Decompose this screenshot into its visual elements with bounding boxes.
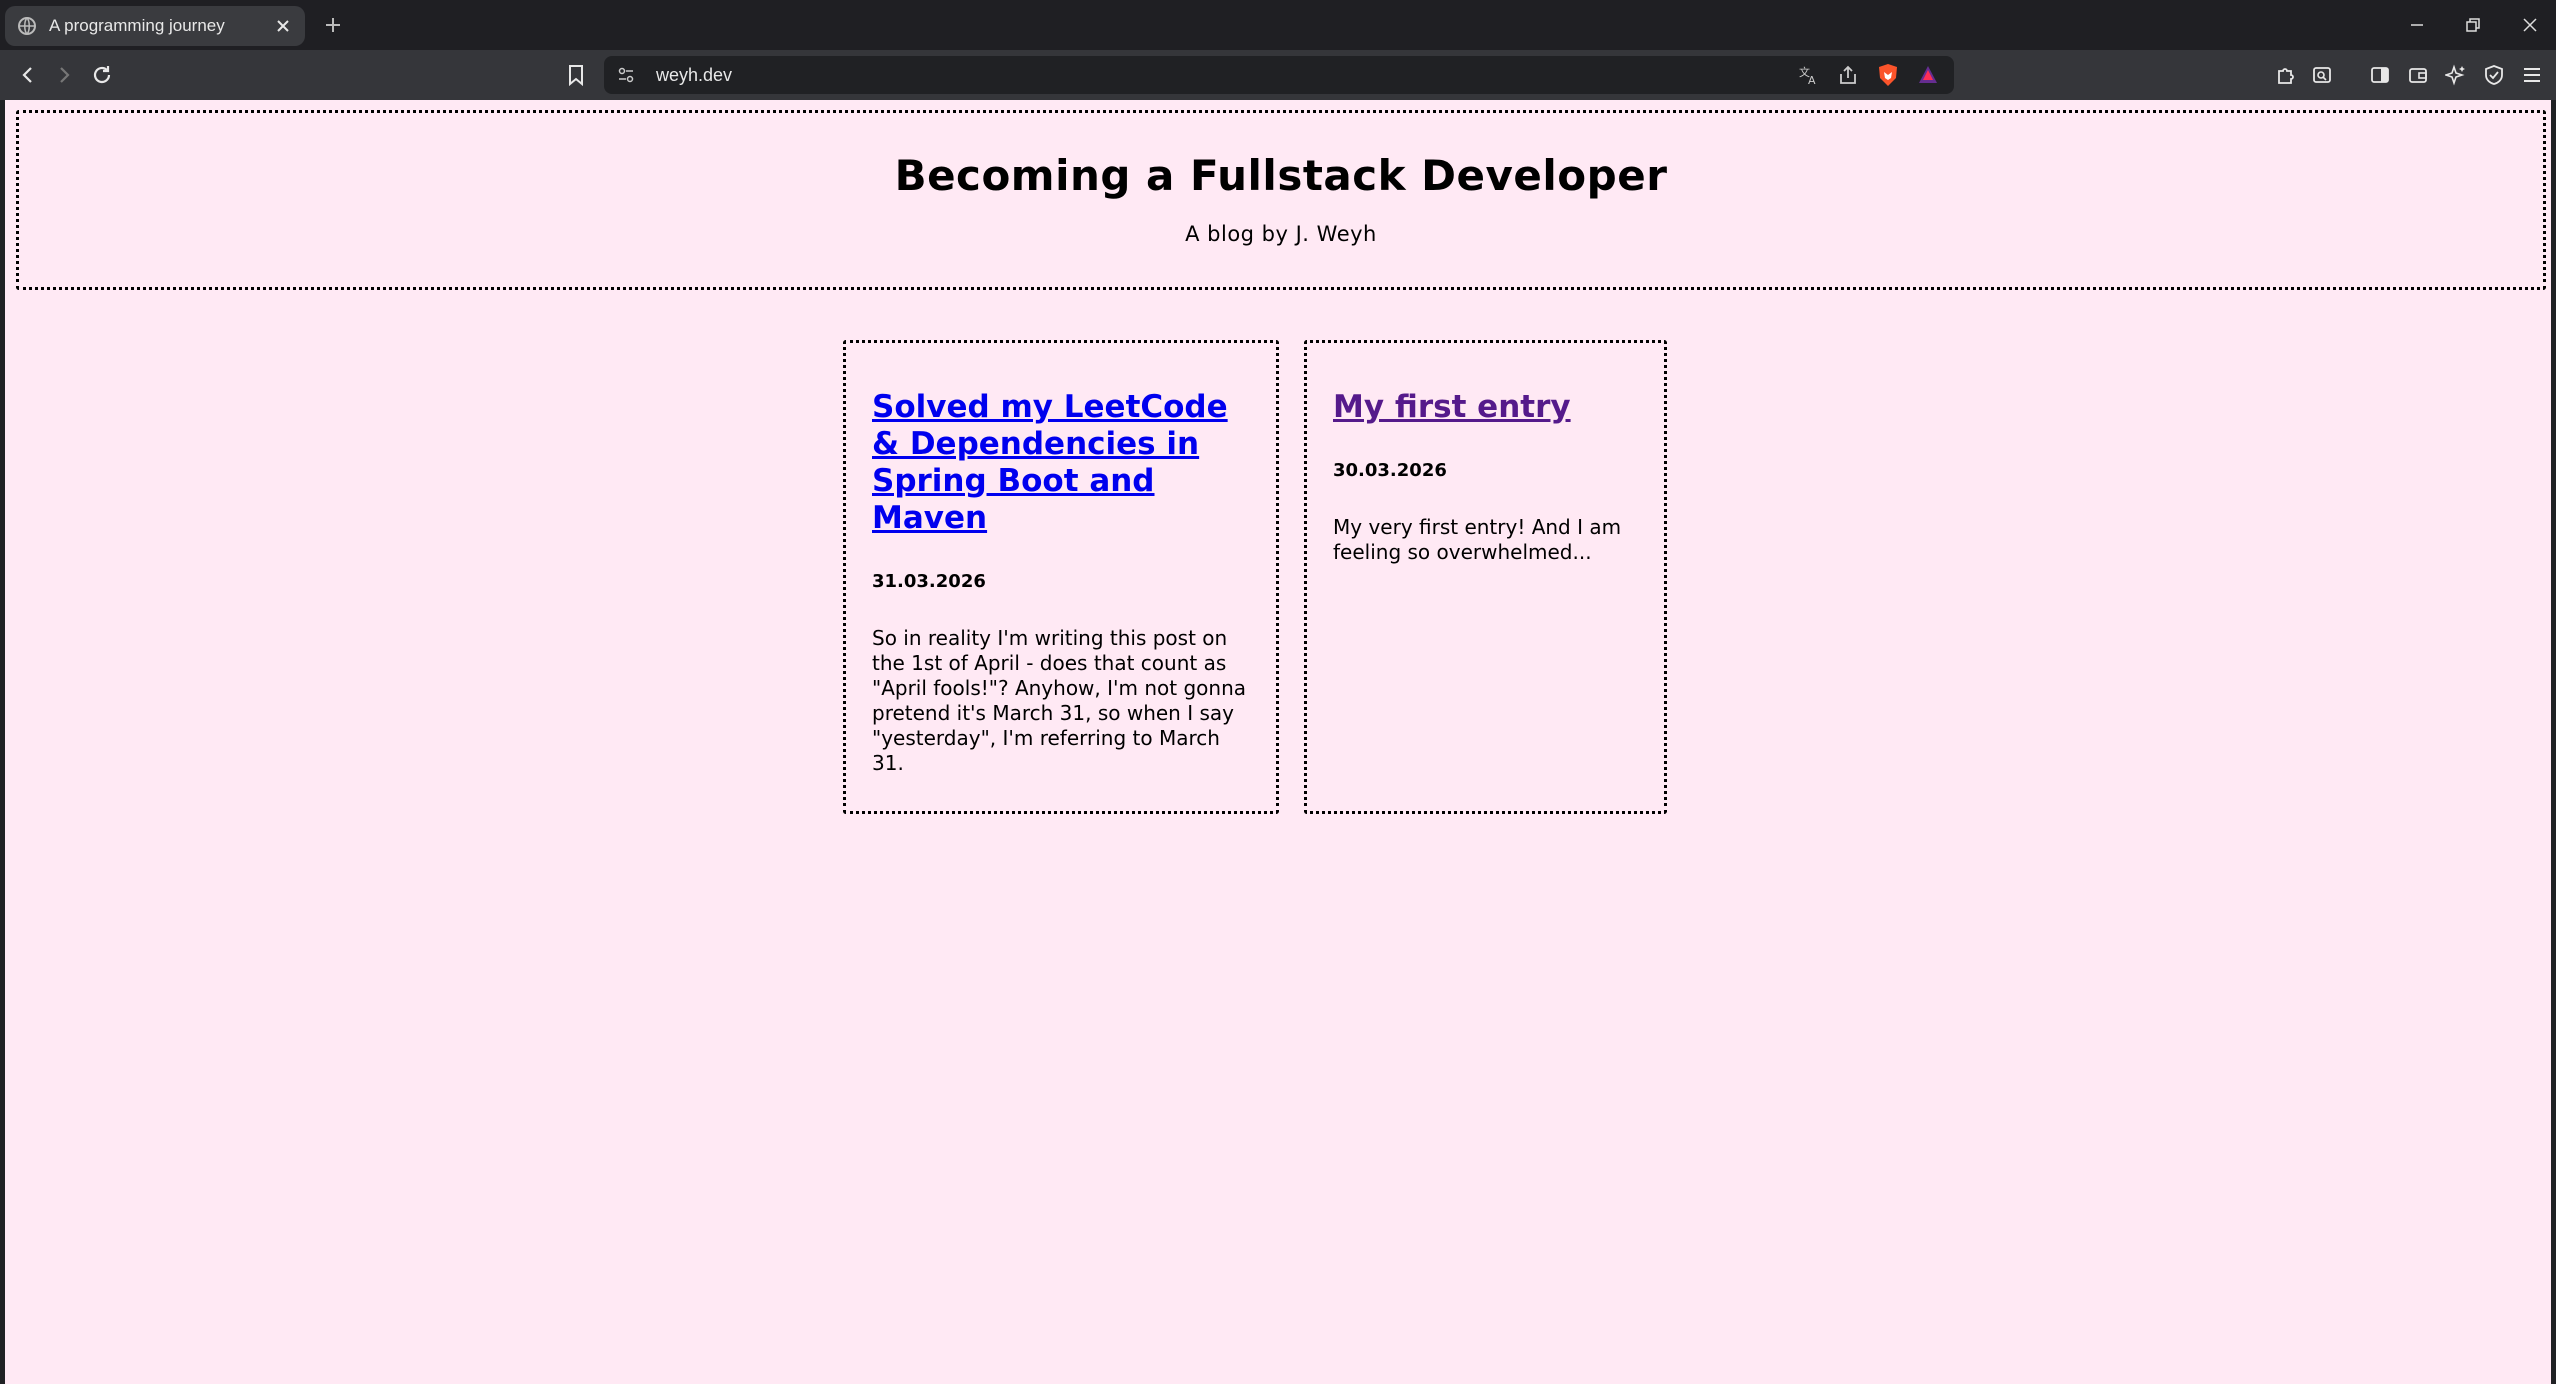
translate-icon[interactable]: 文A bbox=[1794, 61, 1822, 89]
brave-rewards-icon[interactable] bbox=[1914, 61, 1942, 89]
address-bar[interactable]: weyh.dev 文A bbox=[604, 56, 1954, 94]
post-date: 30.03.2026 bbox=[1333, 460, 1447, 481]
post-card: Solved my LeetCode & Dependencies in Spr… bbox=[843, 340, 1279, 814]
close-window-icon[interactable] bbox=[2515, 10, 2545, 40]
back-icon[interactable] bbox=[14, 61, 42, 89]
brave-shield-icon[interactable] bbox=[1874, 61, 1902, 89]
post-title-link[interactable]: Solved my LeetCode & Dependencies in Spr… bbox=[872, 389, 1250, 537]
url-text[interactable]: weyh.dev bbox=[656, 65, 1794, 86]
post-title-link[interactable]: My first entry bbox=[1333, 389, 1638, 426]
reload-icon[interactable] bbox=[88, 61, 116, 89]
wallet-icon[interactable] bbox=[2404, 61, 2432, 89]
globe-icon bbox=[17, 16, 37, 36]
leo-ai-icon[interactable] bbox=[2442, 61, 2470, 89]
post-excerpt: My very first entry! And I am feeling so… bbox=[1333, 515, 1622, 564]
restore-icon[interactable] bbox=[2458, 10, 2488, 40]
plus-icon[interactable] bbox=[320, 12, 346, 38]
extensions-icon[interactable] bbox=[2272, 61, 2300, 89]
browser-tab-bar: A programming journey bbox=[0, 0, 2556, 50]
post-date: 31.03.2026 bbox=[872, 571, 986, 592]
share-icon[interactable] bbox=[1834, 61, 1862, 89]
forward-icon[interactable] bbox=[50, 61, 78, 89]
vpn-icon[interactable] bbox=[2480, 61, 2508, 89]
browser-toolbar: weyh.dev 文A bbox=[0, 50, 2556, 100]
minimize-icon[interactable] bbox=[2402, 10, 2432, 40]
page-viewport: Becoming a Fullstack Developer A blog by… bbox=[5, 100, 2551, 1384]
sidebar-icon[interactable] bbox=[2366, 61, 2394, 89]
page-subtitle: A blog by J. Weyh bbox=[1185, 222, 1377, 246]
site-header: Becoming a Fullstack Developer A blog by… bbox=[16, 110, 2546, 290]
bookmark-icon[interactable] bbox=[562, 61, 590, 89]
search-tabs-icon[interactable] bbox=[2308, 61, 2336, 89]
svg-text:A: A bbox=[1808, 74, 1816, 86]
post-card: My first entry 30.03.2026 My very first … bbox=[1304, 340, 1667, 814]
close-icon[interactable] bbox=[273, 16, 293, 36]
menu-icon[interactable] bbox=[2518, 61, 2546, 89]
site-info-icon[interactable] bbox=[614, 63, 638, 87]
browser-tab[interactable]: A programming journey bbox=[5, 6, 305, 46]
page-title: Becoming a Fullstack Developer bbox=[894, 151, 1668, 200]
post-excerpt: So in reality I'm writing this post on t… bbox=[872, 626, 1247, 775]
tab-title: A programming journey bbox=[49, 16, 225, 35]
